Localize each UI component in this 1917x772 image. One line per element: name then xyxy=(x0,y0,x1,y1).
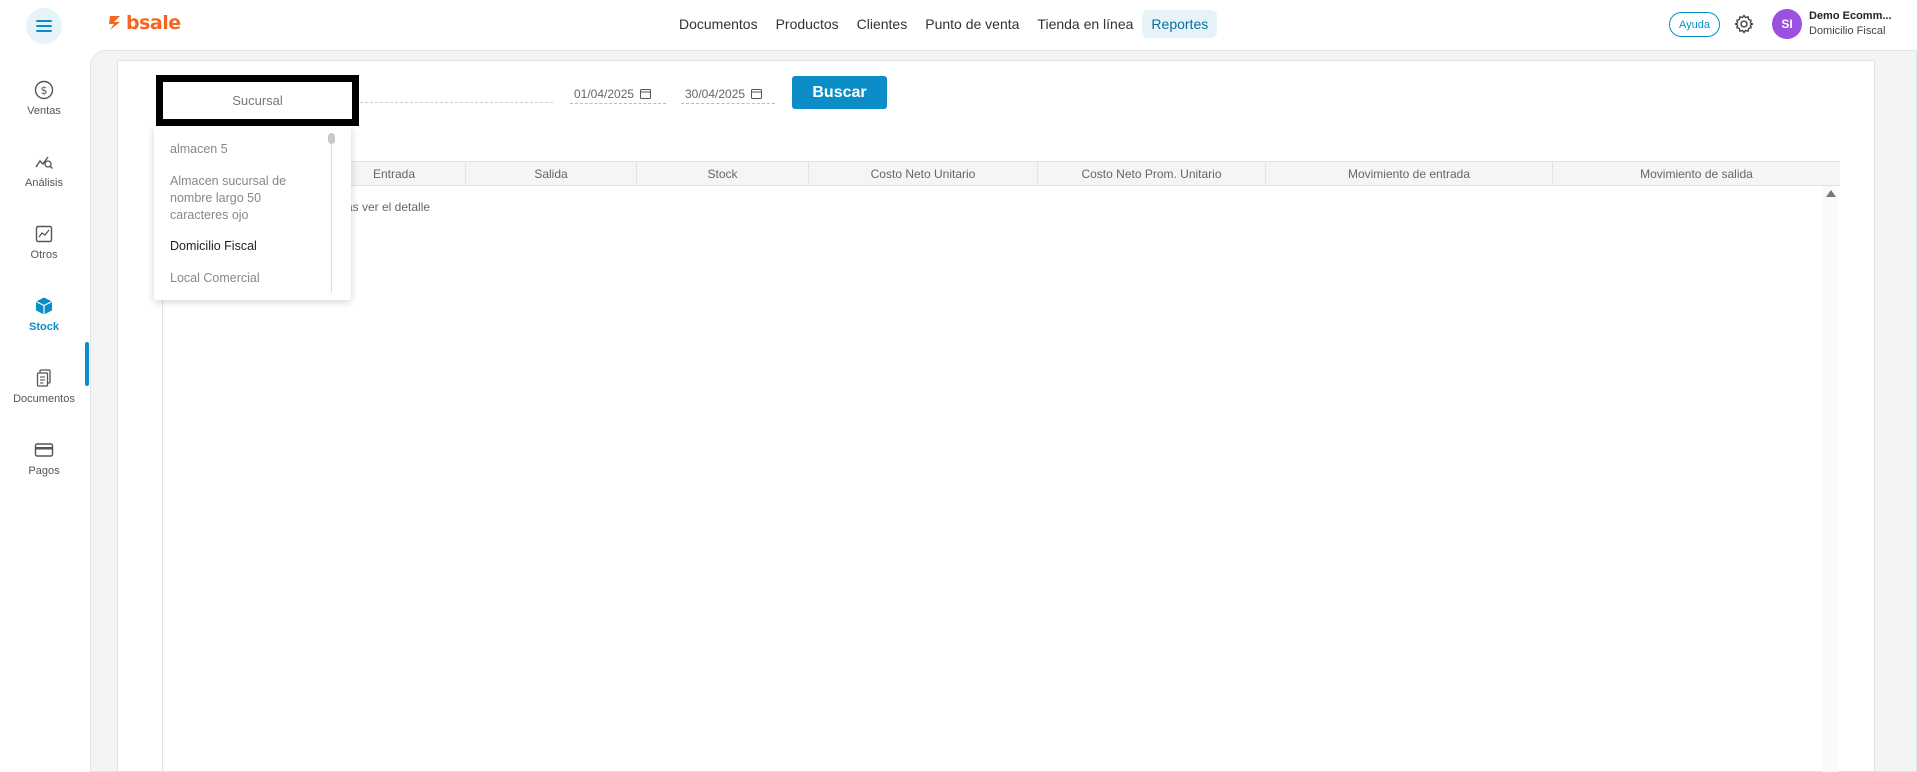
nav-reportes[interactable]: Reportes xyxy=(1142,10,1218,38)
dropdown-scrollbar-thumb[interactable] xyxy=(328,133,335,144)
document-icon xyxy=(36,369,51,387)
table-header: Entrada Salida Stock Costo Neto Unitario… xyxy=(163,161,1840,186)
dollar-circle-icon: $ xyxy=(34,80,54,100)
scroll-up-arrow-icon[interactable] xyxy=(1826,190,1836,197)
sidebar-item-documentos[interactable]: Documentos xyxy=(0,368,88,405)
dropdown-option-selected[interactable]: Domicilio Fiscal xyxy=(170,238,320,255)
column-header-costo-neto-unitario[interactable]: Costo Neto Unitario xyxy=(809,162,1038,186)
sidebar-item-label: Análisis xyxy=(25,177,63,189)
hamburger-icon xyxy=(36,20,52,32)
date-from-field[interactable]: 01/04/2025 xyxy=(570,84,666,104)
calendar-icon[interactable] xyxy=(640,88,652,99)
top-bar: bsale Documentos Productos Clientes Punt… xyxy=(0,0,1917,48)
nav-productos[interactable]: Productos xyxy=(767,10,848,38)
column-header-costo-neto-prom-unitario[interactable]: Costo Neto Prom. Unitario xyxy=(1038,162,1266,186)
help-button[interactable]: Ayuda xyxy=(1669,12,1720,37)
date-from-value: 01/04/2025 xyxy=(574,86,635,101)
dropdown-option[interactable]: almacen 5 xyxy=(170,141,320,158)
user-branch: Domicilio Fiscal xyxy=(1809,25,1886,37)
calendar-icon[interactable] xyxy=(751,88,763,99)
brand-name: bsale xyxy=(126,12,181,34)
sidebar-item-label: Otros xyxy=(30,249,58,261)
analytics-icon xyxy=(35,156,53,169)
empty-table-message: as ver el detalle xyxy=(346,200,431,214)
gear-icon[interactable] xyxy=(1733,13,1755,35)
sidebar-item-label: Ventas xyxy=(27,105,61,117)
hamburger-menu-button[interactable] xyxy=(26,8,62,44)
dropdown-option[interactable]: Almacen sucursal de nombre largo 50 cara… xyxy=(170,173,300,224)
sidebar: $ Ventas Análisis Otros Stock Documentos… xyxy=(0,48,89,772)
column-header-stock[interactable]: Stock xyxy=(637,162,809,186)
nav-documentos[interactable]: Documentos xyxy=(670,10,767,38)
column-header-movimiento-entrada[interactable]: Movimiento de entrada xyxy=(1266,162,1553,186)
svg-text:$: $ xyxy=(41,84,48,97)
sidebar-item-label: Pagos xyxy=(28,465,60,477)
dropdown-option[interactable]: Local Comercial xyxy=(170,270,320,287)
sidebar-item-otros[interactable]: Otros xyxy=(0,224,88,261)
column-header-movimiento-salida[interactable]: Movimiento de salida xyxy=(1553,162,1840,186)
nav-tienda-en-linea[interactable]: Tienda en línea xyxy=(1028,10,1142,38)
sidebar-item-ventas[interactable]: $ Ventas xyxy=(0,80,88,117)
sidebar-item-pagos[interactable]: Pagos xyxy=(0,440,88,477)
nav-punto-de-venta[interactable]: Punto de venta xyxy=(916,10,1028,38)
column-header-salida[interactable]: Salida xyxy=(466,162,637,186)
brand-logo[interactable]: bsale xyxy=(108,12,181,34)
branch-dropdown-list: almacen 5 Almacen sucursal de nombre lar… xyxy=(154,125,351,300)
date-to-field[interactable]: 30/04/2025 xyxy=(681,84,775,104)
stock-table: Entrada Salida Stock Costo Neto Unitario… xyxy=(162,161,1840,772)
main-nav: Documentos Productos Clientes Punto de v… xyxy=(670,10,1218,38)
nav-clientes[interactable]: Clientes xyxy=(848,10,917,38)
avatar[interactable]: SI xyxy=(1772,9,1802,39)
sidebar-item-label: Stock xyxy=(29,321,59,333)
branch-select-input[interactable]: Sucursal xyxy=(156,75,359,126)
sidebar-item-analisis[interactable]: Análisis xyxy=(0,152,88,189)
user-name[interactable]: Demo Ecomm... xyxy=(1809,10,1892,22)
search-button[interactable]: Buscar xyxy=(792,76,887,109)
sidebar-item-stock[interactable]: Stock xyxy=(0,296,88,333)
branch-select-placeholder: Sucursal xyxy=(232,93,283,108)
bsale-logo-icon xyxy=(109,16,120,30)
sidebar-item-label: Documentos xyxy=(13,393,75,405)
branch-select-underline[interactable] xyxy=(355,102,553,103)
chart-box-icon xyxy=(35,225,53,243)
dropdown-scrollbar-track[interactable] xyxy=(331,135,332,293)
box-icon xyxy=(35,297,53,315)
table-scrollbar[interactable] xyxy=(1822,186,1838,772)
card-icon xyxy=(34,443,54,457)
date-to-value: 30/04/2025 xyxy=(685,86,746,101)
